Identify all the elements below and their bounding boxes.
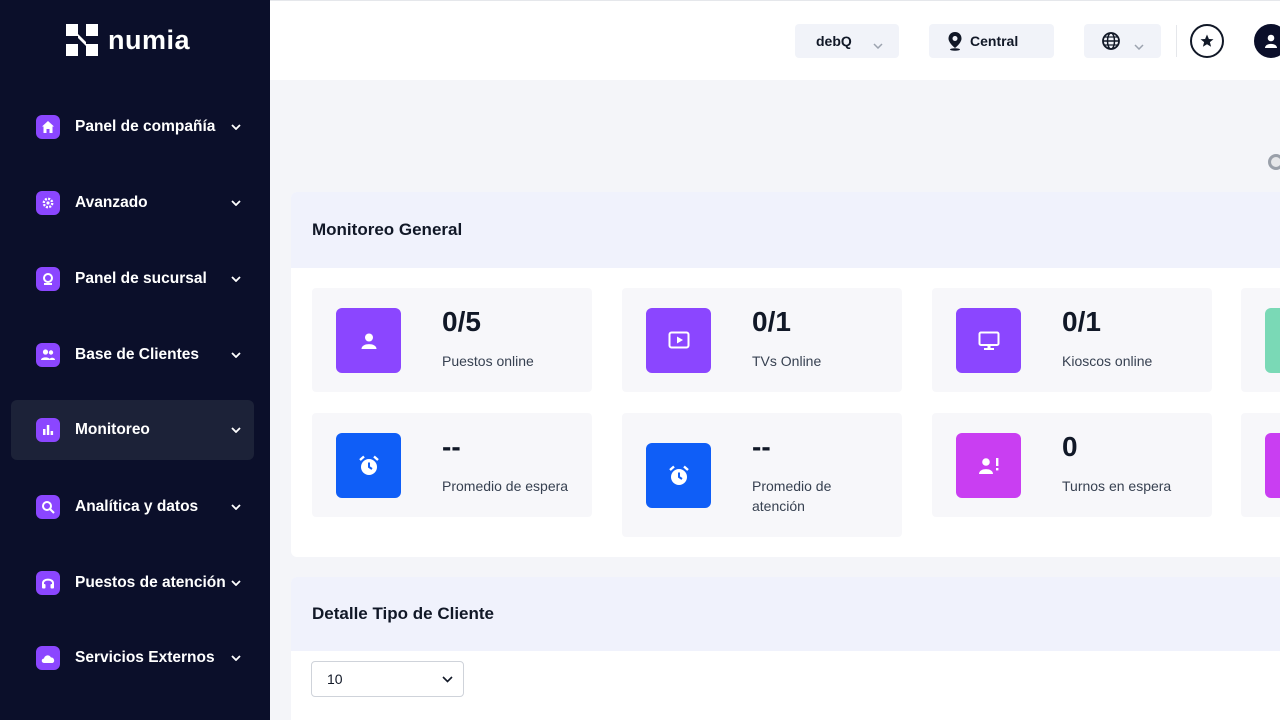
numia-logo-mark-icon	[66, 24, 98, 56]
sidebar-item-label: Analítica y datos	[75, 498, 199, 515]
sidebar-item-servicios[interactable]: Servicios Externos	[11, 628, 254, 688]
topbar-divider	[1176, 25, 1177, 57]
brand-name: numia	[108, 24, 191, 55]
favorites-button[interactable]	[1190, 24, 1224, 58]
toggle-handle[interactable]	[1268, 154, 1280, 170]
user-menu-button[interactable]	[1254, 24, 1280, 58]
chevron-down-icon	[1134, 37, 1144, 53]
stat-label: Turnos en espera	[1062, 478, 1172, 494]
sidebar-item-avanzado[interactable]: Avanzado	[11, 173, 254, 233]
chevron-down-icon	[226, 427, 246, 433]
company-selector-value: debQ	[816, 33, 852, 49]
play-screen-icon	[646, 308, 711, 373]
stat-promedio-espera: -- Promedio de espera	[312, 413, 592, 517]
chevron-down-icon	[226, 504, 246, 510]
sidebar: numia Panel de compañía Avanzado Panel d…	[0, 0, 270, 720]
globe-icon	[1101, 31, 1121, 51]
bar-chart-icon	[36, 418, 60, 442]
client-detail-title: Detalle Tipo de Cliente	[291, 577, 1280, 651]
user-icon	[336, 308, 401, 373]
users-icon	[36, 343, 60, 367]
stat-value: 0/1	[752, 306, 791, 337]
stat-icon	[1265, 433, 1280, 498]
page-size-select[interactable]: 10	[311, 661, 464, 697]
monitoring-card: Monitoreo General 0/5 Puestos online 0/1…	[291, 192, 1280, 557]
stat-turnos-espera: 0 Turnos en espera	[932, 413, 1212, 517]
chevron-down-icon	[873, 36, 883, 52]
stat-label: Puestos online	[442, 353, 534, 369]
stat-value: 0/5	[442, 306, 481, 337]
map-pin-icon	[947, 31, 963, 51]
chevron-down-icon	[442, 675, 453, 683]
chevron-down-icon	[226, 200, 246, 206]
cloud-icon	[36, 646, 60, 670]
sidebar-item-label: Avanzado	[75, 194, 148, 211]
page-size-value: 10	[327, 671, 343, 687]
stat-label: Kioscos online	[1062, 353, 1153, 369]
top-bar: debQ Central	[270, 0, 1280, 80]
user-alert-icon	[956, 433, 1021, 498]
sidebar-item-puestos[interactable]: Puestos de atención	[11, 553, 254, 613]
star-icon	[1199, 33, 1215, 49]
gear-icon	[36, 191, 60, 215]
stat-label: TVs Online	[752, 353, 822, 369]
client-detail-card: Detalle Tipo de Cliente 10	[291, 577, 1280, 720]
sidebar-item-label: Monitoreo	[75, 421, 150, 438]
numia-logo[interactable]: numia	[66, 24, 190, 56]
sidebar-item-base-clientes[interactable]: Base de Clientes	[11, 325, 254, 385]
sidebar-item-label: Puestos de atención	[75, 574, 226, 591]
sidebar-item-panel-compania[interactable]: Panel de compañía	[11, 97, 254, 157]
stat-value: --	[442, 431, 461, 462]
stat-label: Promedio de atención	[752, 478, 832, 514]
sidebar-item-analitica[interactable]: Analítica y datos	[11, 477, 254, 537]
stat-value: --	[752, 431, 771, 462]
stat-partial-card	[1241, 413, 1280, 517]
stat-puestos-online: 0/5 Puestos online	[312, 288, 592, 392]
stat-kioscos-online: 0/1 Kioscos online	[932, 288, 1212, 392]
language-selector[interactable]	[1084, 24, 1161, 58]
sidebar-item-label: Panel de compañía	[75, 118, 216, 135]
stat-value: 0/1	[1062, 306, 1101, 337]
user-icon	[1263, 33, 1279, 49]
sidebar-item-label: Panel de sucursal	[75, 270, 207, 287]
branch-selector-value: Central	[970, 33, 1019, 49]
alarm-clock-icon	[336, 433, 401, 498]
stat-value: 0	[1062, 431, 1078, 462]
monitoring-title: Monitoreo General	[291, 192, 1280, 268]
stat-tvs-online: 0/1 TVs Online	[622, 288, 902, 392]
chevron-down-icon	[226, 352, 246, 358]
chevron-down-icon	[226, 276, 246, 282]
home-icon	[36, 115, 60, 139]
analytics-search-icon	[36, 495, 60, 519]
branch-selector[interactable]: Central	[929, 24, 1054, 58]
sidebar-item-label: Base de Clientes	[75, 346, 200, 363]
chevron-down-icon	[226, 655, 246, 661]
stat-partial-card	[1241, 288, 1280, 392]
sidebar-item-panel-sucursal[interactable]: Panel de sucursal	[11, 249, 254, 309]
stat-label: Promedio de espera	[442, 478, 569, 494]
stat-icon	[1265, 308, 1280, 373]
sidebar-item-monitoreo[interactable]: Monitoreo	[11, 400, 254, 460]
monitor-icon	[956, 308, 1021, 373]
location-badge-icon	[36, 267, 60, 291]
headset-icon	[36, 571, 60, 595]
alarm-clock-icon	[646, 443, 711, 508]
sidebar-item-label: Servicios Externos	[75, 649, 215, 666]
chevron-down-icon	[226, 580, 246, 586]
company-selector[interactable]: debQ	[795, 24, 899, 58]
stat-promedio-atencion: -- Promedio de atención	[622, 413, 902, 537]
chevron-down-icon	[226, 124, 246, 130]
